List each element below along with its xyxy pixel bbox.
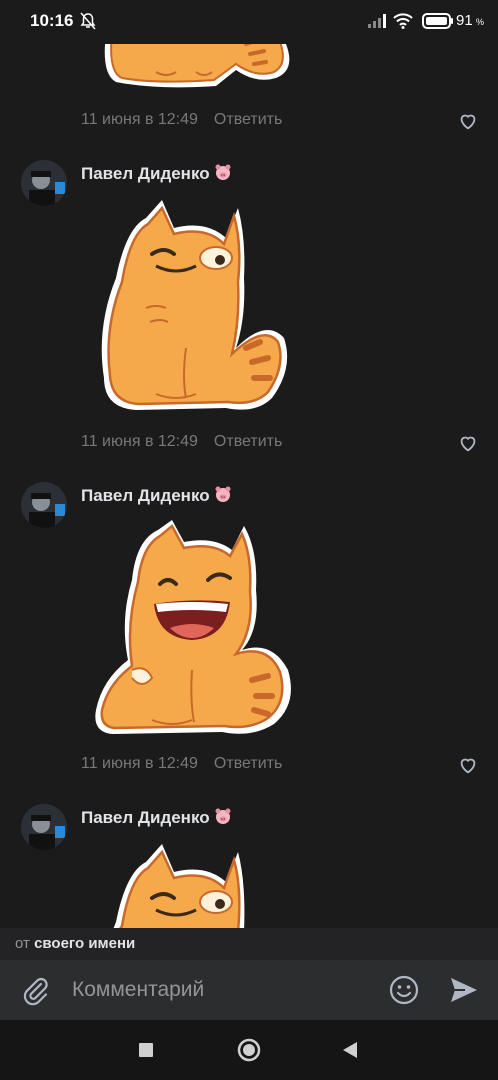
comment-meta: 11 июня в 12:49 Ответить bbox=[81, 755, 282, 773]
comment-date: 11 июня в 12:49 bbox=[81, 111, 198, 128]
comment-meta: 11 июня в 12:49 Ответить bbox=[81, 111, 282, 129]
author-name[interactable]: Павел Диденко bbox=[81, 486, 232, 507]
reply-link[interactable]: Ответить bbox=[214, 755, 282, 772]
recents-square-icon[interactable] bbox=[138, 1042, 154, 1058]
author-name[interactable]: Павел Диденко bbox=[81, 808, 232, 829]
reply-link[interactable]: Ответить bbox=[214, 111, 282, 128]
cat-sticker-smirk[interactable] bbox=[96, 198, 292, 418]
heart-icon[interactable] bbox=[457, 110, 479, 132]
battery-percent: 91 bbox=[456, 12, 473, 29]
battery-percent-sign: % bbox=[476, 17, 485, 27]
cat-sticker-smirk[interactable] bbox=[96, 842, 292, 928]
post-as-selector[interactable]: от своего имени bbox=[0, 928, 498, 960]
cat-sticker-partial[interactable] bbox=[96, 44, 296, 90]
cat-sticker-laugh[interactable] bbox=[92, 520, 296, 740]
avatar[interactable] bbox=[21, 482, 67, 528]
back-triangle-icon[interactable] bbox=[342, 1041, 358, 1059]
heart-icon[interactable] bbox=[457, 754, 479, 776]
status-time: 10:16 bbox=[30, 11, 74, 30]
status-bar: 10:16 91 % bbox=[0, 0, 498, 44]
battery-icon bbox=[422, 13, 454, 34]
comment-input-bar: Комментарий bbox=[0, 960, 498, 1020]
reply-link[interactable]: Ответить bbox=[214, 433, 282, 450]
pig-emoji-icon bbox=[214, 486, 232, 507]
wifi-icon bbox=[393, 13, 413, 34]
smiley-icon[interactable] bbox=[388, 974, 420, 1006]
system-nav-bar bbox=[0, 1020, 498, 1080]
avatar[interactable] bbox=[21, 160, 67, 206]
comment-meta: 11 июня в 12:49 Ответить bbox=[81, 433, 282, 451]
bell-off-icon bbox=[80, 12, 96, 35]
comments-feed[interactable]: 11 июня в 12:49 Ответить Павел Диденко 11… bbox=[0, 44, 498, 928]
heart-icon[interactable] bbox=[457, 432, 479, 454]
author-name[interactable]: Павел Диденко bbox=[81, 164, 232, 185]
signal-icon bbox=[368, 14, 388, 33]
comment-input[interactable]: Комментарий bbox=[72, 978, 204, 1002]
pig-emoji-icon bbox=[214, 808, 232, 829]
avatar[interactable] bbox=[21, 804, 67, 850]
post-as-label: от своего имени bbox=[15, 935, 136, 952]
send-icon[interactable] bbox=[449, 976, 479, 1004]
comment-date: 11 июня в 12:49 bbox=[81, 755, 198, 772]
home-circle-icon[interactable] bbox=[237, 1038, 261, 1062]
comment-date: 11 июня в 12:49 bbox=[81, 433, 198, 450]
paperclip-icon[interactable] bbox=[20, 975, 52, 1007]
pig-emoji-icon bbox=[214, 164, 232, 185]
